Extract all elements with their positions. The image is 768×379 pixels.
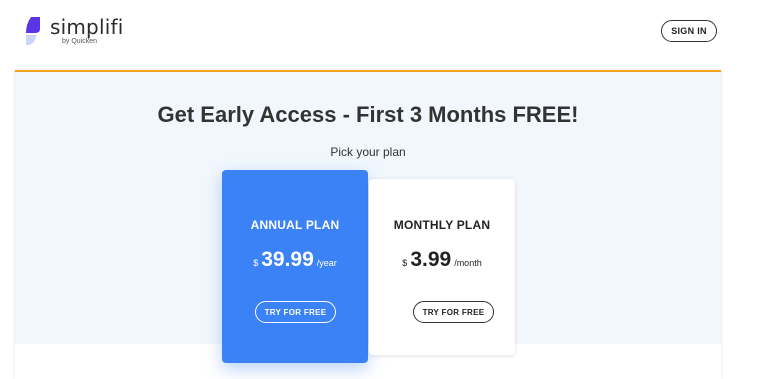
- price-amount: 3.99: [410, 248, 452, 271]
- site-header: simplifi by Quicken SIGN IN: [0, 0, 768, 68]
- price-period: /year: [316, 258, 337, 268]
- plan-name: MONTHLY PLAN: [393, 218, 491, 232]
- price-period: /month: [454, 258, 482, 268]
- sign-in-button[interactable]: SIGN IN: [661, 20, 717, 42]
- logo-wordmark: simplifi: [50, 15, 124, 39]
- annual-plan-card[interactable]: ANNUAL PLAN $ 39.99 /year TRY FOR FREE: [222, 170, 368, 363]
- price-amount: 39.99: [261, 248, 314, 271]
- plan-name: ANNUAL PLAN: [250, 218, 340, 232]
- simplifi-logo-icon: [26, 17, 40, 45]
- page-title: Get Early Access - First 3 Months FREE!: [157, 102, 579, 127]
- monthly-plan-card[interactable]: MONTHLY PLAN $ 3.99 /month TRY FOR FREE: [369, 179, 515, 355]
- plan-price: $ 3.99 /month: [369, 248, 515, 272]
- pricing-panel: Get Early Access - First 3 Months FREE! …: [15, 70, 721, 379]
- currency-symbol: $: [402, 258, 408, 268]
- annual-try-for-free-button[interactable]: TRY FOR FREE: [255, 301, 336, 323]
- currency-symbol: $: [253, 258, 259, 268]
- monthly-try-for-free-button[interactable]: TRY FOR FREE: [413, 301, 494, 323]
- logo-byline: by Quicken: [62, 38, 98, 45]
- simplifi-logo[interactable]: simplifi by Quicken: [23, 16, 123, 46]
- pick-plan-subtitle: Pick your plan: [330, 145, 406, 159]
- plan-price: $ 39.99 /year: [222, 248, 368, 272]
